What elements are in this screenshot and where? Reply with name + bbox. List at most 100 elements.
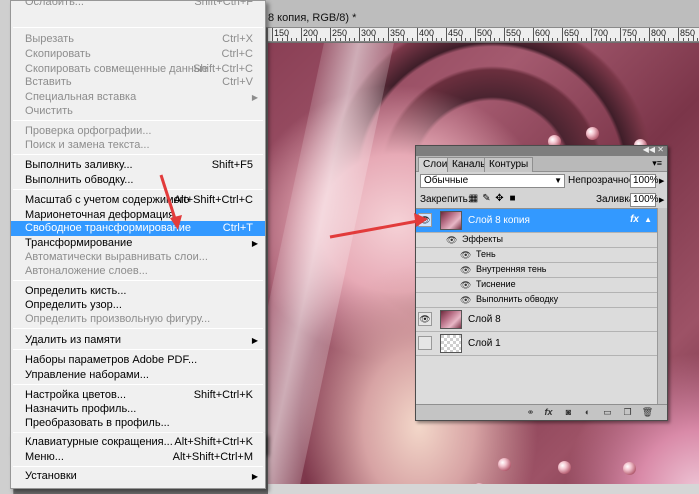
layer-row-sloy-1[interactable]: Слой 1	[416, 332, 657, 356]
ruler-tick	[634, 35, 636, 41]
menu-item-purge[interactable]: Удалить из памяти ▶	[11, 333, 265, 348]
layer-name: Слой 1	[468, 338, 501, 349]
pearl	[498, 458, 511, 471]
link-layers-icon[interactable]: ⚭	[524, 407, 537, 418]
ruler-tick	[508, 38, 510, 41]
effects-label: Эффекты	[462, 234, 503, 244]
menu-item-auto-align[interactable]: Автоматически выравнивать слои...	[11, 250, 265, 265]
lock-position-icon[interactable]: ✥	[494, 193, 505, 205]
panel-title-bar[interactable]: ◀◀ ✕	[416, 145, 667, 156]
ruler-tick	[421, 38, 423, 41]
layer-thumbnail	[440, 334, 462, 353]
menu-item-color-settings[interactable]: Настройка цветов... Shift+Ctrl+K	[11, 388, 265, 403]
menu-item-stroke[interactable]: Выполнить обводку...	[11, 173, 265, 188]
ruler-tick	[397, 38, 399, 41]
fx-icon[interactable]: fx	[630, 214, 639, 225]
ruler-tick	[576, 35, 578, 41]
ruler-tick	[668, 38, 670, 41]
document-tab[interactable]: 8 копия, RGB/8) *	[268, 12, 356, 24]
menu-item-cut[interactable]: Вырезать Ctrl+X	[11, 32, 265, 47]
menu-item-transform[interactable]: Трансформирование ▶	[11, 236, 265, 251]
menu-item-content-aware-scale[interactable]: Масштаб с учетом содержимого Alt+Shift+Ct…	[11, 193, 265, 208]
blend-mode-select[interactable]: Обычные ▼	[420, 174, 565, 188]
ruler-tick	[484, 38, 486, 41]
ruler-tick	[620, 28, 621, 41]
add-mask-icon[interactable]: ◙	[562, 407, 575, 418]
opacity-dropdown-icon[interactable]: ▶	[659, 177, 664, 185]
fill-input[interactable]: 100%	[630, 193, 659, 207]
panel-collapse-icon[interactable]: ◀◀ ✕	[643, 145, 664, 154]
ruler-tick	[513, 38, 515, 41]
effect-row-emboss[interactable]: 👁 Тиснение	[416, 278, 657, 293]
ruler-tick	[552, 38, 554, 41]
menu-item-convert-profile[interactable]: Преобразовать в профиль...	[11, 416, 265, 431]
ruler-tick	[291, 38, 293, 41]
menu-item-keyboard-shortcuts[interactable]: Клавиатурные сокращения... Alt+Shift+Ctrl…	[11, 435, 265, 450]
effect-row-inner-shadow[interactable]: 👁 Внутренняя тень	[416, 263, 657, 278]
ruler-tick	[692, 35, 694, 41]
new-group-icon[interactable]: ▭	[601, 407, 614, 418]
menu-item-paste-special[interactable]: Специальная вставка ▶	[11, 90, 265, 105]
panel-menu-icon[interactable]: ▾≡	[652, 158, 662, 169]
menu-item-define-brush[interactable]: Определить кисть...	[11, 284, 265, 299]
menu-item-preferences[interactable]: Установки ▶	[11, 469, 265, 484]
ruler-tick	[494, 38, 496, 41]
effect-row-stroke[interactable]: 👁 Выполнить обводку	[416, 293, 657, 308]
ruler-tick	[320, 38, 322, 41]
ruler-tick	[460, 35, 462, 41]
menu-item-copy[interactable]: Скопировать Ctrl+C	[11, 47, 265, 62]
eye-icon[interactable]: 👁	[446, 235, 457, 246]
layer-row-sloy-8[interactable]: 👁 Слой 8	[416, 308, 657, 332]
ruler-tick	[658, 38, 660, 41]
menu-item-spelling[interactable]: Проверка орфографии...	[11, 124, 265, 139]
menu-item-pdf-presets[interactable]: Наборы параметров Adobe PDF...	[11, 353, 265, 368]
horizontal-scrollbar[interactable]	[268, 484, 699, 494]
lock-pixels-icon[interactable]: ✎	[481, 193, 492, 205]
opacity-input[interactable]: 100%	[630, 174, 659, 188]
ruler-tick	[378, 38, 380, 41]
add-style-icon[interactable]: fx	[542, 407, 555, 418]
visibility-toggle[interactable]	[418, 336, 432, 350]
ruler-tick	[586, 38, 588, 41]
delete-layer-icon[interactable]: 🗑	[641, 407, 654, 418]
menu-item-auto-blend[interactable]: Автоналожение слоев...	[11, 264, 265, 279]
menu-item-fade[interactable]: Ослабить... Shift+Ctrl+F	[11, 0, 265, 10]
ruler-tick	[605, 35, 607, 41]
eye-icon[interactable]: 👁	[460, 295, 471, 306]
ruler-tick	[479, 38, 481, 41]
menu-item-paste[interactable]: Вставить Ctrl+V	[11, 75, 265, 90]
chevron-down-icon: ▼	[554, 176, 562, 185]
eye-icon[interactable]: 👁	[460, 265, 471, 276]
lock-all-icon[interactable]: ■	[507, 193, 518, 205]
ruler-tick	[441, 38, 443, 41]
eye-icon[interactable]: 👁	[418, 312, 432, 326]
layer-thumbnail	[440, 310, 462, 329]
eye-icon[interactable]: 👁	[418, 213, 432, 227]
effect-row-shadow[interactable]: 👁 Тень	[416, 248, 657, 263]
menu-item-define-pattern[interactable]: Определить узор...	[11, 298, 265, 313]
eye-icon[interactable]: 👁	[460, 280, 471, 291]
ruler-tick	[388, 28, 389, 41]
eye-icon[interactable]: 👁	[460, 250, 471, 261]
fill-dropdown-icon[interactable]: ▶	[659, 196, 664, 204]
menu-item-preset-manager[interactable]: Управление наборами...	[11, 368, 265, 383]
menu-item-fill[interactable]: Выполнить заливку... Shift+F5	[11, 158, 265, 173]
menu-item-menus[interactable]: Меню... Alt+Shift+Ctrl+M	[11, 450, 265, 465]
menu-item-define-shape[interactable]: Определить произвольную фигуру...	[11, 312, 265, 327]
ruler-tick	[678, 28, 679, 41]
menu-item-free-transform[interactable]: Свободное трансформирование Ctrl+T	[11, 221, 265, 236]
adjustment-layer-icon[interactable]: ◐	[581, 407, 594, 418]
layer-row-sloy-8-kopiya[interactable]: 👁 Слой 8 копия fx ▲	[416, 209, 657, 233]
effects-group-row[interactable]: 👁 Эффекты	[416, 233, 657, 248]
menu-item-assign-profile[interactable]: Назначить профиль...	[11, 402, 265, 417]
lock-transparent-icon[interactable]: ▦	[468, 193, 479, 205]
layers-scrollbar[interactable]	[657, 208, 667, 404]
new-layer-icon[interactable]: ❐	[621, 407, 634, 418]
menu-item-clear[interactable]: Очистить	[11, 104, 265, 119]
collapse-effects-icon[interactable]: ▲	[644, 215, 652, 224]
ruler-tick	[644, 38, 646, 41]
layers-panel: ◀◀ ✕ Слои Каналы Контуры ▾≡ Обычные ▼ Неп…	[415, 145, 668, 421]
ruler-tick	[595, 38, 597, 41]
menu-item-find-replace[interactable]: Поиск и замена текста...	[11, 138, 265, 153]
tab-paths[interactable]: Контуры	[484, 157, 534, 172]
